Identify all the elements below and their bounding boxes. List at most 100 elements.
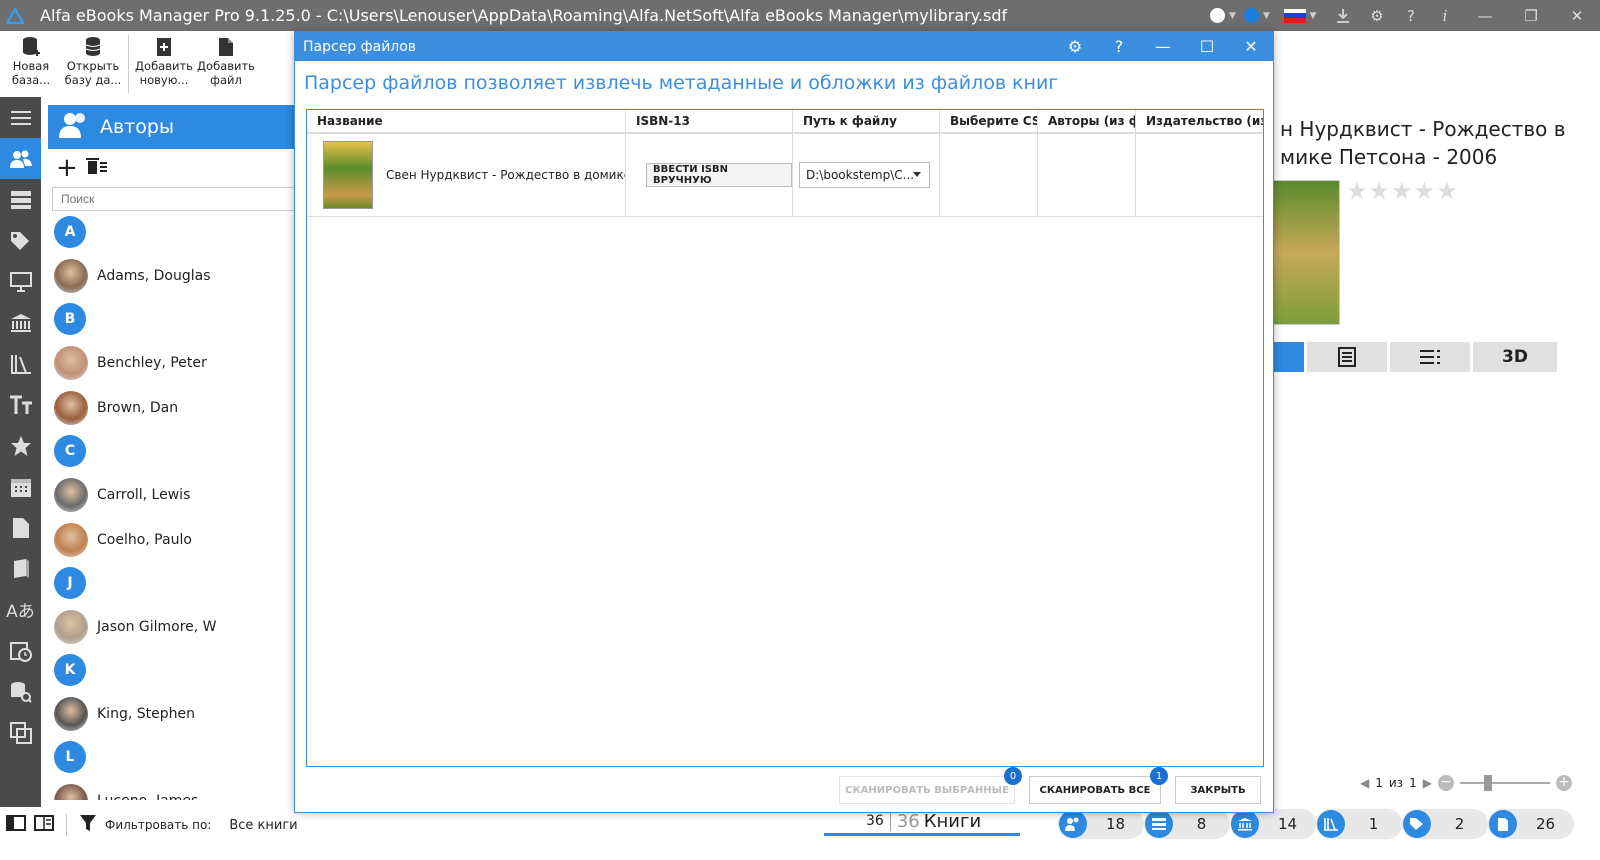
dialog-help-icon[interactable]: ? — [1097, 32, 1141, 61]
col-header-csv[interactable]: Выберите CSV — [940, 110, 1038, 132]
list-item[interactable]: Carroll, Lewis — [54, 472, 300, 517]
file-name-text: Свен Нурдквист - Рождество в домике Пе..… — [386, 168, 625, 182]
stat-library[interactable]: 1 — [1316, 809, 1402, 839]
pager: ◀ 1 из 1 ▶ − + — [1360, 775, 1572, 791]
settings-gear-icon[interactable]: ⚙ — [1360, 0, 1394, 31]
letter-badge: J — [54, 567, 86, 599]
new-database-button[interactable]: Новая база... — [0, 31, 62, 97]
scan-selected-button[interactable]: СКАНИРОВАТЬ ВЫБРАННЫЕ 0 — [839, 767, 1022, 804]
minimize-button[interactable]: — — [1462, 0, 1508, 31]
dialog-titlebar: Парсер файлов ⚙ ? — ☐ ✕ — [295, 32, 1273, 61]
nav-calendar-icon[interactable] — [0, 466, 41, 507]
nav-copy-icon[interactable] — [0, 712, 41, 753]
nav-favorites-icon[interactable] — [0, 425, 41, 466]
chevron-down-icon — [913, 172, 921, 177]
info-icon[interactable]: i — [1428, 0, 1462, 31]
zoom-slider[interactable] — [1459, 775, 1550, 791]
view-list-tab[interactable] — [1390, 342, 1470, 372]
authors-icon — [1059, 810, 1087, 838]
view-grid-tab[interactable] — [1272, 342, 1304, 372]
nav-tags-icon[interactable] — [0, 220, 41, 261]
avatar — [54, 258, 88, 293]
cell-csv[interactable] — [940, 134, 1038, 216]
stat-publisher[interactable]: 14 — [1230, 809, 1316, 839]
authors-search-input[interactable] — [52, 187, 300, 211]
layout-dual-icon[interactable] — [34, 815, 54, 835]
library-icon — [1317, 810, 1345, 838]
view-details-tab[interactable] — [1307, 342, 1387, 372]
list-item[interactable]: King, Stephen — [54, 691, 300, 736]
nav-fonts-icon[interactable] — [0, 384, 41, 425]
files-icon — [1489, 810, 1517, 838]
download-icon[interactable] — [1326, 0, 1360, 31]
help-icon[interactable]: ? — [1394, 0, 1428, 31]
list-item[interactable]: Coelho, Paulo — [54, 517, 300, 562]
add-file-button[interactable]: Добавить файл — [195, 31, 257, 97]
dialog-minimize-button[interactable]: — — [1141, 32, 1185, 61]
stat-value: 8 — [1196, 815, 1207, 833]
pager-next-icon[interactable]: ▶ — [1423, 776, 1432, 790]
filter-icon[interactable] — [79, 814, 97, 836]
col-header-isbn[interactable]: ISBN-13 — [626, 110, 793, 132]
nav-file-icon[interactable] — [0, 507, 41, 548]
nav-series-icon[interactable] — [0, 179, 41, 220]
delete-author-icon[interactable] — [85, 157, 108, 179]
file-path-select[interactable]: D:\bookstemp\C... — [799, 162, 930, 188]
stat-series[interactable]: 8 — [1144, 809, 1230, 839]
nav-library-icon[interactable] — [0, 343, 41, 384]
letter-badge: K — [54, 654, 86, 686]
publisher-icon — [1231, 810, 1259, 838]
col-header-name[interactable]: Название — [307, 110, 626, 132]
nav-authors-icon[interactable] — [0, 138, 41, 179]
table-row[interactable]: Свен Нурдквист - Рождество в домике Пе..… — [307, 134, 1263, 217]
nav-database-search-icon[interactable] — [0, 671, 41, 712]
author-name: Luceno, James — [97, 793, 198, 801]
dialog-close-icon[interactable]: ✕ — [1229, 32, 1273, 61]
series-icon — [1145, 810, 1173, 838]
nav-display-icon[interactable] — [0, 261, 41, 302]
pager-prev-icon[interactable]: ◀ — [1360, 776, 1369, 790]
stat-tags[interactable]: 2 — [1402, 809, 1488, 839]
letter-group-header: C — [54, 430, 300, 472]
dialog-maximize-button[interactable]: ☐ — [1185, 32, 1229, 61]
tags-icon — [1403, 810, 1431, 838]
col-header-publisher[interactable]: Издательство (из ф — [1136, 110, 1263, 132]
language-flag-icon[interactable]: ▼ — [1274, 0, 1326, 31]
grid-header: Название ISBN-13 Путь к файлу Выберите C… — [307, 110, 1263, 134]
add-author-icon[interactable]: + — [56, 155, 78, 181]
dialog-settings-icon[interactable]: ⚙ — [1053, 32, 1097, 61]
rating-stars[interactable]: ★★★★★ — [1346, 177, 1459, 205]
nav-history-icon[interactable] — [0, 630, 41, 671]
nav-book-icon[interactable] — [0, 548, 41, 589]
stat-files[interactable]: 26 — [1488, 809, 1574, 839]
list-item[interactable]: Adams, Douglas — [54, 253, 300, 298]
open-database-button[interactable]: Открыть базу да... — [62, 31, 124, 97]
list-item[interactable]: Jason Gilmore, W — [54, 604, 300, 649]
stat-authors[interactable]: 18 — [1058, 809, 1144, 839]
add-new-book-button[interactable]: Добавить новую... — [133, 31, 195, 97]
theme-white-toggle[interactable]: ▼ — [1206, 0, 1240, 31]
scan-all-button[interactable]: СКАНИРОВАТЬ ВСЕ 1 — [1029, 767, 1168, 804]
zoom-out-icon[interactable]: − — [1437, 775, 1454, 791]
nav-publisher-icon[interactable] — [0, 302, 41, 343]
letter-badge: L — [54, 741, 86, 773]
theme-blue-toggle[interactable]: ▼ — [1240, 0, 1274, 31]
view-3d-tab[interactable]: 3D — [1473, 342, 1557, 372]
close-window-button[interactable]: ✕ — [1554, 0, 1600, 31]
close-button[interactable]: ЗАКРЫТЬ — [1175, 776, 1261, 804]
zoom-in-icon[interactable]: + — [1555, 775, 1572, 791]
nav-menu-icon[interactable] — [0, 97, 41, 138]
restore-button[interactable]: ❐ — [1508, 0, 1554, 31]
list-item[interactable]: Brown, Dan — [54, 385, 300, 430]
pager-total: 1 — [1409, 776, 1417, 790]
col-header-authors[interactable]: Авторы (из фа — [1038, 110, 1136, 132]
list-item[interactable]: Benchley, Peter — [54, 340, 300, 385]
list-item[interactable]: Luceno, James — [54, 778, 300, 800]
enter-isbn-button[interactable]: ВВЕСТИ ISBN ВРУЧНУЮ — [646, 163, 792, 187]
filter-value[interactable]: Все книги — [229, 818, 297, 833]
database-icon — [84, 35, 102, 59]
cell-isbn: ВВЕСТИ ISBN ВРУЧНУЮ — [626, 134, 793, 216]
nav-language-icon[interactable]: Aあ — [0, 589, 41, 630]
layout-single-icon[interactable] — [6, 815, 26, 835]
col-header-path[interactable]: Путь к файлу — [793, 110, 940, 132]
